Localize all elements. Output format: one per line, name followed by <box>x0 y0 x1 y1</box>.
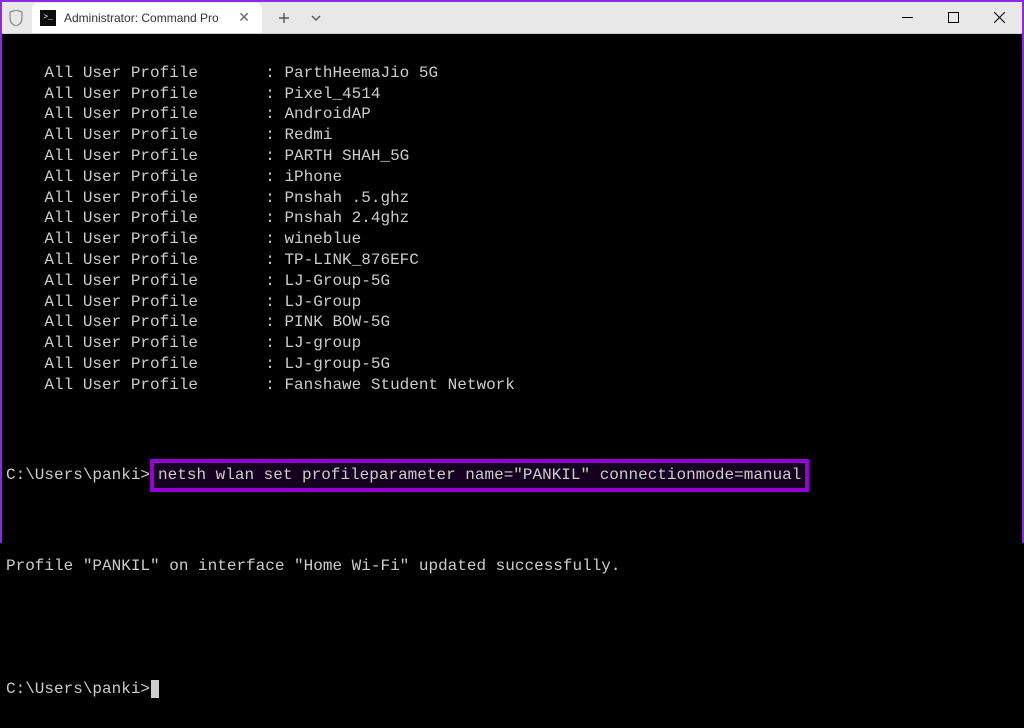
tab-dropdown-button[interactable] <box>302 4 330 32</box>
minimize-button[interactable] <box>884 2 930 33</box>
profile-entry: All User Profile : iPhone <box>6 167 1018 188</box>
tab-actions <box>270 4 330 32</box>
prompt-path: C:\Users\panki> <box>6 466 150 484</box>
command-line-1: C:\Users\panki>netsh wlan set profilepar… <box>6 457 1018 494</box>
profile-entry: All User Profile : Fanshawe Student Netw… <box>6 375 1018 396</box>
window-controls <box>884 2 1022 33</box>
profile-entry: All User Profile : PARTH SHAH_5G <box>6 146 1018 167</box>
profile-entry: All User Profile : wineblue <box>6 229 1018 250</box>
shield-icon <box>2 10 30 26</box>
highlighted-command: netsh wlan set profileparameter name="PA… <box>150 459 809 492</box>
cursor <box>151 680 159 698</box>
maximize-button[interactable] <box>930 2 976 33</box>
new-tab-button[interactable] <box>270 4 298 32</box>
profile-entry: All User Profile : Pnshah 2.4ghz <box>6 208 1018 229</box>
titlebar: >_ Administrator: Command Pro ✕ <box>2 2 1022 34</box>
profile-entry: All User Profile : AndroidAP <box>6 104 1018 125</box>
close-button[interactable] <box>976 2 1022 33</box>
tab-command-prompt[interactable]: >_ Administrator: Command Pro ✕ <box>32 3 262 33</box>
command-line-2: C:\Users\panki> <box>6 679 1018 700</box>
profile-entry: All User Profile : LJ-group-5G <box>6 354 1018 375</box>
terminal-icon: >_ <box>40 10 56 26</box>
profile-entry: All User Profile : LJ-Group-5G <box>6 271 1018 292</box>
profile-entry: All User Profile : Redmi <box>6 125 1018 146</box>
profile-entry: All User Profile : LJ-group <box>6 333 1018 354</box>
profile-entry: All User Profile : LJ-Group <box>6 292 1018 313</box>
close-tab-icon[interactable]: ✕ <box>234 9 254 26</box>
profile-entry: All User Profile : TP-LINK_876EFC <box>6 250 1018 271</box>
profile-entry: All User Profile : Pixel_4514 <box>6 84 1018 105</box>
tab-title: Administrator: Command Pro <box>64 11 219 25</box>
terminal-output[interactable]: All User Profile : ParthHeemaJio 5G All … <box>2 34 1022 728</box>
wlan-profile-list: All User Profile : ParthHeemaJio 5G All … <box>6 63 1018 396</box>
prompt-path: C:\Users\panki> <box>6 680 150 698</box>
profile-entry: All User Profile : PINK BOW-5G <box>6 312 1018 333</box>
command-result: Profile "PANKIL" on interface "Home Wi-F… <box>6 556 1018 577</box>
profile-entry: All User Profile : Pnshah .5.ghz <box>6 188 1018 209</box>
profile-entry: All User Profile : ParthHeemaJio 5G <box>6 63 1018 84</box>
